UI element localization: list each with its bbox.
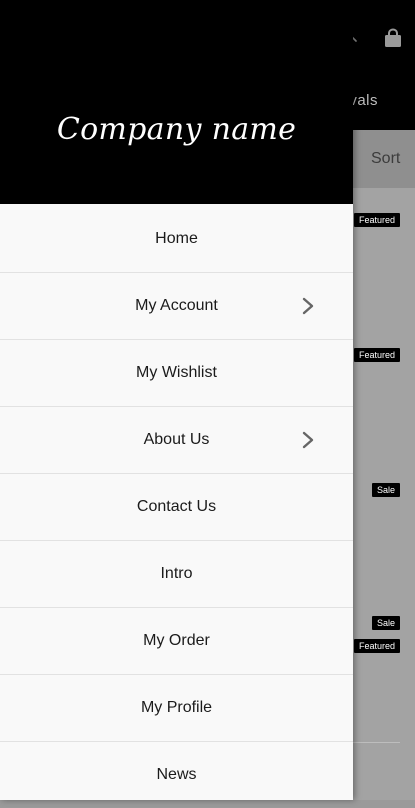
divider — [353, 742, 400, 743]
menu-item-label: Intro — [160, 565, 193, 582]
menu-item-label: About Us — [143, 431, 210, 448]
chevron-right-icon — [302, 431, 314, 449]
drawer-header: Company name — [0, 0, 353, 204]
shopping-bag-icon[interactable] — [380, 24, 406, 52]
menu-item-label: News — [156, 766, 197, 783]
sale-badge: Sale — [371, 483, 400, 497]
menu-item-my-account[interactable]: My Account — [0, 273, 353, 340]
company-logo-text: Company name — [56, 112, 297, 147]
menu-item-my-order[interactable]: My Order — [0, 608, 353, 675]
menu-item-label: My Order — [143, 632, 210, 649]
menu-item-label: Home — [155, 230, 198, 247]
menu-item-contact-us[interactable]: Contact Us — [0, 474, 353, 541]
menu-item-label: My Account — [135, 297, 218, 314]
menu-item-my-wishlist[interactable]: My Wishlist — [0, 340, 353, 407]
featured-badge: Featured — [353, 639, 400, 653]
chevron-right-icon — [302, 297, 314, 315]
menu-item-label: My Wishlist — [136, 364, 217, 381]
menu-item-home[interactable]: Home — [0, 206, 353, 273]
menu-item-about-us[interactable]: About Us — [0, 407, 353, 474]
menu-item-news[interactable]: News — [0, 742, 353, 808]
sort-button[interactable]: Sort — [371, 150, 400, 168]
featured-badge: Featured — [353, 213, 400, 227]
menu-item-label: My Profile — [140, 699, 213, 716]
menu-item-my-profile[interactable]: My Profile — [0, 675, 353, 742]
featured-badge: Featured — [353, 348, 400, 362]
menu-item-label: Contact Us — [136, 498, 217, 515]
navigation-drawer: Company name Home My Account My Wishlist… — [0, 0, 353, 800]
sale-badge: Sale — [371, 616, 400, 630]
drawer-menu: Home My Account My Wishlist About Us Con… — [0, 206, 353, 808]
menu-item-intro[interactable]: Intro — [0, 541, 353, 608]
